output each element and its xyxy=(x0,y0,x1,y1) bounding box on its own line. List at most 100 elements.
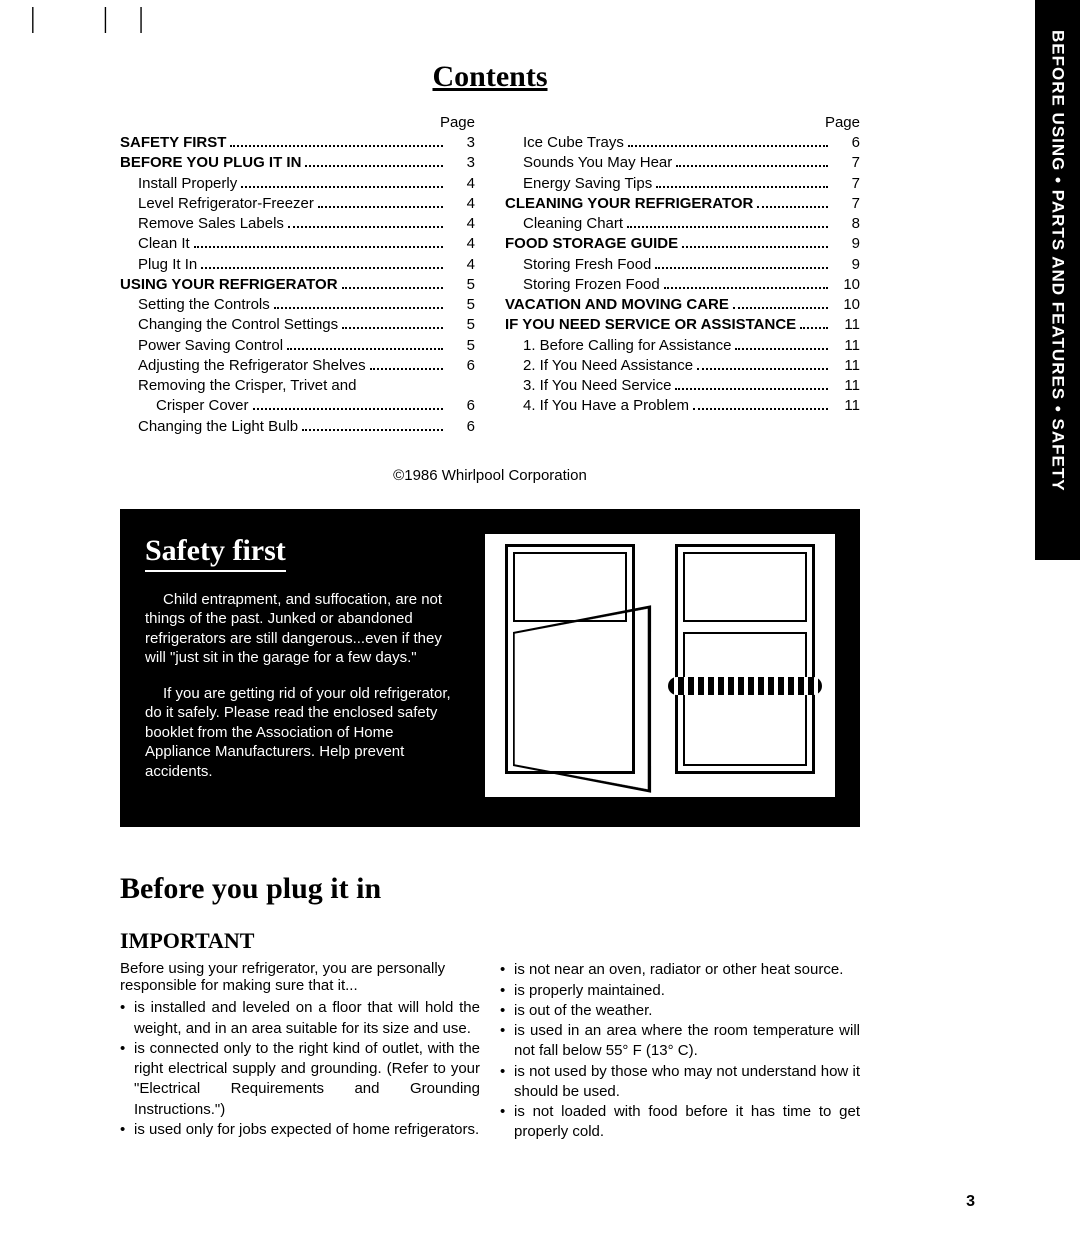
toc-entry: Energy Saving Tips 7 xyxy=(505,174,860,194)
refrigerator-illustration xyxy=(485,534,835,798)
important-left-col: Before using your refrigerator, you are … xyxy=(120,960,480,1142)
toc-page: 11 xyxy=(832,396,860,416)
toc-page: 3 xyxy=(447,133,475,153)
toc-label: Storing Frozen Food xyxy=(523,275,660,295)
toc-label: Storing Fresh Food xyxy=(523,255,651,275)
toc-label: Energy Saving Tips xyxy=(523,174,652,194)
toc-label: Install Properly xyxy=(138,174,237,194)
toc-entry: 1. Before Calling for Assistance 11 xyxy=(505,336,860,356)
toc-leader-dots xyxy=(628,138,828,147)
toc-label: Power Saving Control xyxy=(138,336,283,356)
toc-leader-dots xyxy=(682,239,828,248)
toc-leader-dots xyxy=(370,361,443,370)
bullet-item: is not loaded with food before it has ti… xyxy=(500,1102,860,1143)
toc-entry: Storing Fresh Food9 xyxy=(505,255,860,275)
page-col-header: Page xyxy=(505,114,860,131)
bullet-item: is used only for jobs expected of home r… xyxy=(120,1120,480,1140)
toc-entry: Level Refrigerator-Freezer4 xyxy=(120,194,475,214)
toc-label: FOOD STORAGE GUIDE xyxy=(505,234,678,254)
safety-paragraph: Child entrapment, and suffocation, are n… xyxy=(145,590,460,668)
contents-heading: Contents xyxy=(120,60,860,94)
page-content: Contents Page SAFETY FIRST3BEFORE YOU PL… xyxy=(0,0,960,1183)
table-of-contents: Page SAFETY FIRST3BEFORE YOU PLUG IT IN3… xyxy=(120,114,860,437)
toc-entry: Changing the Control Settings 5 xyxy=(120,315,475,335)
toc-page: 8 xyxy=(832,214,860,234)
important-heading: IMPORTANT xyxy=(120,928,860,954)
toc-leader-dots xyxy=(194,239,443,248)
toc-leader-dots xyxy=(305,158,443,167)
toc-leader-dots xyxy=(201,260,443,269)
toc-leader-dots xyxy=(342,320,443,329)
page-col-header: Page xyxy=(120,114,475,131)
toc-page: 11 xyxy=(832,376,860,396)
toc-page: 11 xyxy=(832,336,860,356)
toc-entry: Setting the Controls 5 xyxy=(120,295,475,315)
toc-page: 9 xyxy=(832,234,860,254)
toc-label: Adjusting the Refrigerator Shelves xyxy=(138,356,366,376)
toc-label: IF YOU NEED SERVICE OR ASSISTANCE xyxy=(505,315,796,335)
toc-label: Setting the Controls xyxy=(138,295,270,315)
toc-label: 1. Before Calling for Assistance xyxy=(523,336,731,356)
toc-page: 6 xyxy=(447,417,475,437)
toc-label: CLEANING YOUR REFRIGERATOR xyxy=(505,194,753,214)
toc-leader-dots xyxy=(655,260,828,269)
toc-label: VACATION AND MOVING CARE xyxy=(505,295,729,315)
toc-page: 4 xyxy=(447,234,475,254)
toc-label: Changing the Light Bulb xyxy=(138,417,298,437)
toc-entry: Sounds You May Hear 7 xyxy=(505,153,860,173)
chain-icon xyxy=(668,677,822,695)
copyright-line: ©1986 Whirlpool Corporation xyxy=(120,467,860,484)
toc-leader-dots xyxy=(676,158,828,167)
important-columns: Before using your refrigerator, you are … xyxy=(120,960,860,1142)
toc-leader-dots xyxy=(735,341,828,350)
toc-page: 3 xyxy=(447,153,475,173)
toc-entry: VACATION AND MOVING CARE 10 xyxy=(505,295,860,315)
toc-page: 7 xyxy=(832,153,860,173)
toc-leader-dots xyxy=(342,280,443,289)
bullet-item: is used in an area where the room temper… xyxy=(500,1021,860,1062)
toc-label: Changing the Control Settings xyxy=(138,315,338,335)
toc-label: 3. If You Need Service xyxy=(523,376,671,396)
toc-entry: Remove Sales Labels4 xyxy=(120,214,475,234)
toc-label: USING YOUR REFRIGERATOR xyxy=(120,275,338,295)
toc-label: Plug It In xyxy=(138,255,197,275)
toc-entry: USING YOUR REFRIGERATOR 5 xyxy=(120,275,475,295)
bullet-item: is not near an oven, radiator or other h… xyxy=(500,960,860,980)
toc-leader-dots xyxy=(675,381,828,390)
toc-page: 5 xyxy=(447,275,475,295)
bullet-item: is properly maintained. xyxy=(500,981,860,1001)
toc-leader-dots xyxy=(800,320,828,329)
toc-entry: Adjusting the Refrigerator Shelves6 xyxy=(120,356,475,376)
toc-entry: FOOD STORAGE GUIDE 9 xyxy=(505,234,860,254)
toc-leader-dots xyxy=(230,138,443,147)
toc-page: 10 xyxy=(832,295,860,315)
bullet-item: is out of the weather. xyxy=(500,1001,860,1021)
toc-page: 4 xyxy=(447,255,475,275)
toc-label: Remove Sales Labels xyxy=(138,214,284,234)
side-tab: BEFORE USING • PARTS AND FEATURES • SAFE… xyxy=(1035,0,1080,560)
important-intro: Before using your refrigerator, you are … xyxy=(120,960,480,994)
page-number: 3 xyxy=(966,1193,975,1211)
toc-leader-dots xyxy=(733,300,828,309)
toc-label: Sounds You May Hear xyxy=(523,153,672,173)
toc-label: SAFETY FIRST xyxy=(120,133,226,153)
toc-leader-dots xyxy=(656,179,828,188)
safety-paragraph: If you are getting rid of your old refri… xyxy=(145,684,460,782)
before-plug-heading: Before you plug it in xyxy=(120,872,860,906)
toc-leader-dots xyxy=(318,199,443,208)
toc-right-column: Page Ice Cube Trays6Sounds You May Hear7… xyxy=(505,114,860,437)
toc-page: 10 xyxy=(832,275,860,295)
toc-page: 4 xyxy=(447,174,475,194)
safety-text: Safety first Child entrapment, and suffo… xyxy=(145,534,460,798)
toc-leader-dots xyxy=(288,219,443,228)
toc-page: 7 xyxy=(832,174,860,194)
toc-page: 6 xyxy=(832,133,860,153)
bullet-item: is connected only to the right kind of o… xyxy=(120,1039,480,1120)
toc-left-column: Page SAFETY FIRST3BEFORE YOU PLUG IT IN3… xyxy=(120,114,475,437)
safety-first-panel: Safety first Child entrapment, and suffo… xyxy=(120,509,860,828)
toc-leader-dots xyxy=(274,300,443,309)
safety-heading: Safety first xyxy=(145,534,286,572)
toc-page: 5 xyxy=(447,315,475,335)
toc-entry: Plug It In 4 xyxy=(120,255,475,275)
toc-page: 5 xyxy=(447,295,475,315)
